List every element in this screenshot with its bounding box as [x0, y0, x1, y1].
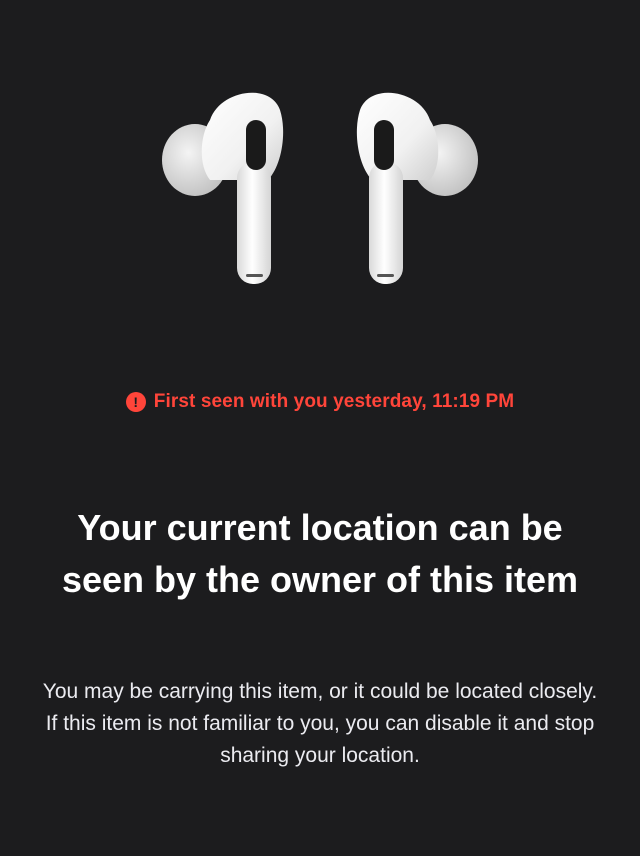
right-earbud	[356, 92, 478, 284]
exclamation-circle-icon: !	[125, 392, 146, 412]
first-seen-alert: ! First seen with you yesterday, 11:19 P…	[0, 388, 640, 416]
airpods-pro-image	[162, 92, 478, 284]
screen: ! First seen with you yesterday, 11:19 P…	[0, 0, 640, 856]
left-earbud	[162, 92, 284, 284]
first-seen-text: First seen with you yesterday, 11:19 PM	[153, 391, 515, 412]
page-title: Your current location can be seen by the…	[61, 507, 579, 600]
description-text: You may be carrying this item, or it cou…	[42, 680, 598, 767]
